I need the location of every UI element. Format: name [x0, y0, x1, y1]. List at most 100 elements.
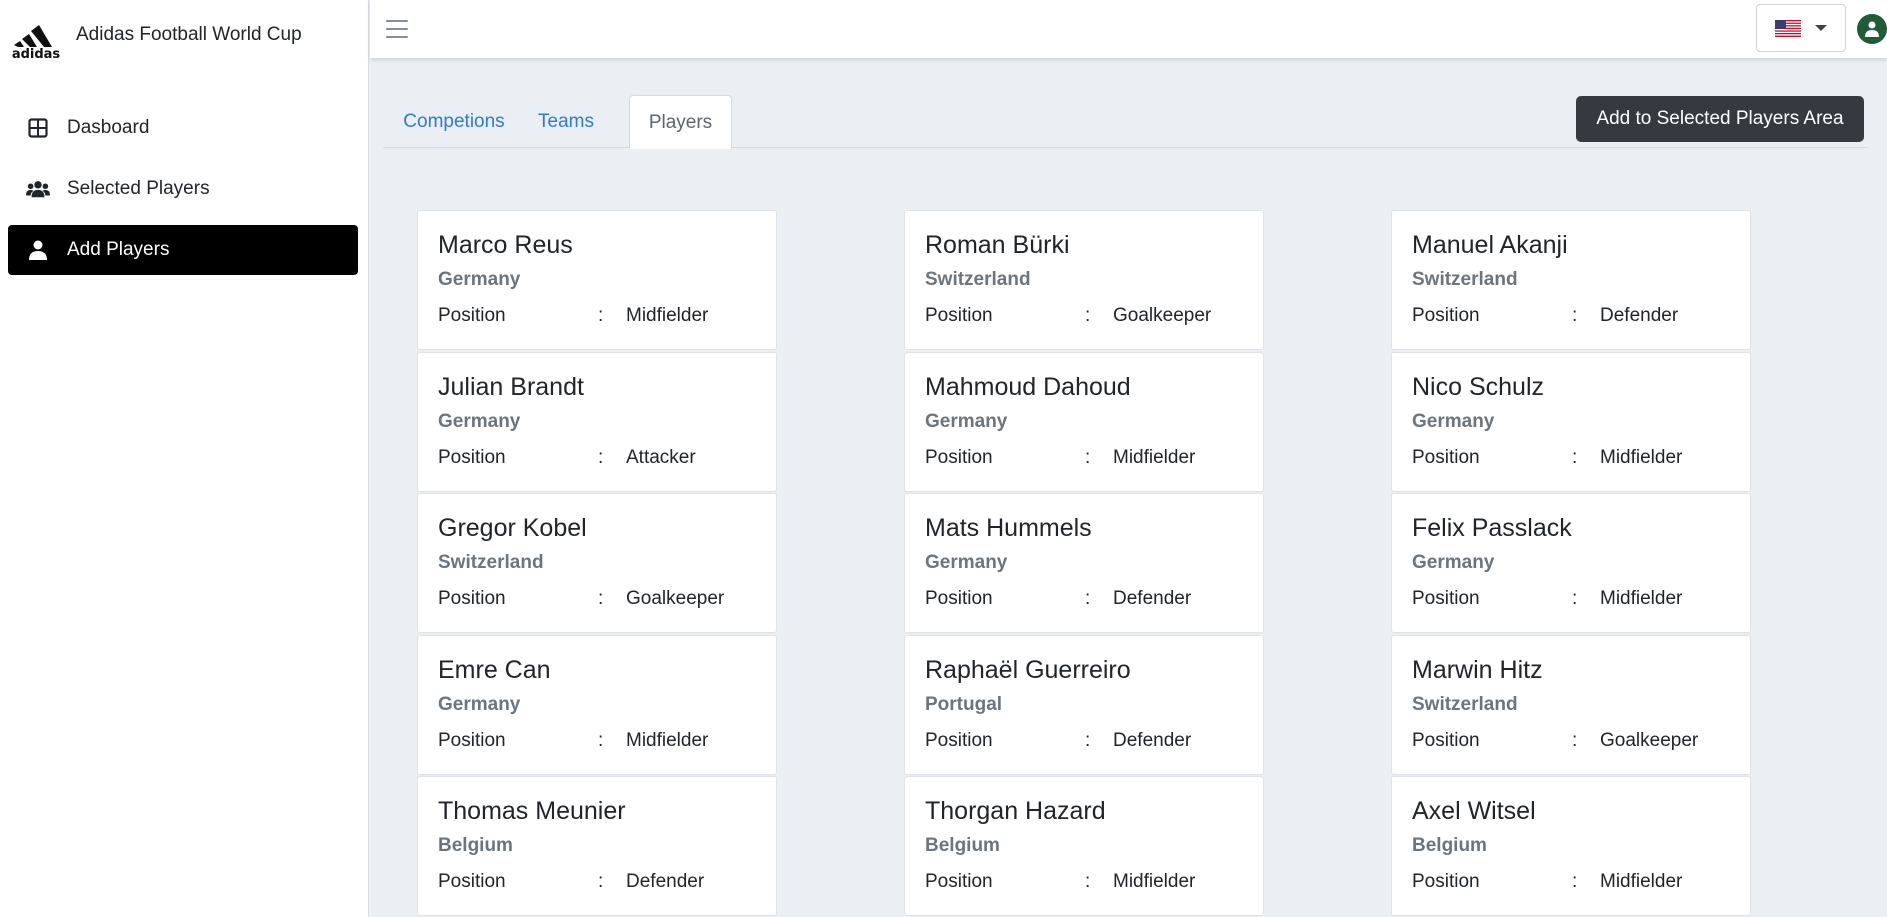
- us-flag-icon: [1775, 19, 1801, 37]
- sidebar-item-dashboard[interactable]: Dasboard: [8, 103, 358, 153]
- player-card[interactable]: Emre Can Germany Position : Midfielder: [417, 635, 777, 775]
- position-label: Position: [1412, 305, 1480, 326]
- sidebar-item-selected-players[interactable]: Selected Players: [8, 164, 358, 214]
- player-card[interactable]: Manuel Akanji Switzerland Position : Def…: [1391, 210, 1751, 350]
- player-card[interactable]: Raphaël Guerreiro Portugal Position : De…: [904, 635, 1264, 775]
- player-country: Portugal: [925, 694, 1003, 715]
- position-value: Midfielder: [1600, 871, 1683, 892]
- player-card[interactable]: Marwin Hitz Switzerland Position : Goalk…: [1391, 635, 1751, 775]
- position-label: Position: [438, 871, 506, 892]
- player-name: Thomas Meunier: [438, 797, 626, 825]
- adidas-logo: adidas: [12, 25, 61, 60]
- player-card[interactable]: Gregor Kobel Switzerland Position : Goal…: [417, 493, 777, 633]
- position-label: Position: [925, 871, 993, 892]
- position-value: Defender: [1600, 305, 1679, 326]
- player-country: Belgium: [925, 835, 1000, 856]
- menu-toggle-icon[interactable]: [386, 18, 408, 40]
- player-name: Raphaël Guerreiro: [925, 656, 1131, 684]
- tab-players[interactable]: Players: [629, 95, 732, 149]
- position-value: Midfielder: [1600, 447, 1683, 468]
- separator: :: [1572, 305, 1578, 326]
- position-value: Goalkeeper: [1600, 730, 1699, 751]
- position-value: Goalkeeper: [1113, 305, 1212, 326]
- player-country: Switzerland: [925, 269, 1031, 290]
- position-label: Position: [925, 730, 993, 751]
- player-card[interactable]: Mats Hummels Germany Position : Defender: [904, 493, 1264, 633]
- player-name: Mats Hummels: [925, 514, 1092, 542]
- player-card[interactable]: Roman Bürki Switzerland Position : Goalk…: [904, 210, 1264, 350]
- player-name: Julian Brandt: [438, 373, 584, 401]
- position-label: Position: [1412, 588, 1480, 609]
- player-card[interactable]: Julian Brandt Germany Position : Attacke…: [417, 352, 777, 492]
- separator: :: [1085, 305, 1091, 326]
- separator: :: [1085, 871, 1091, 892]
- sidebar-item-label: Dasboard: [67, 117, 150, 138]
- player-name: Axel Witsel: [1412, 797, 1536, 825]
- brand-title: Adidas Football World Cup: [76, 24, 302, 45]
- position-value: Attacker: [626, 447, 696, 468]
- separator: :: [1085, 730, 1091, 751]
- player-card[interactable]: Felix Passlack Germany Position : Midfie…: [1391, 493, 1751, 633]
- player-card[interactable]: Axel Witsel Belgium Position : Midfielde…: [1391, 776, 1751, 916]
- position-value: Goalkeeper: [626, 588, 725, 609]
- users-icon: [26, 177, 50, 201]
- player-country: Germany: [438, 269, 521, 290]
- player-country: Germany: [925, 552, 1008, 573]
- player-name: Nico Schulz: [1412, 373, 1544, 401]
- app-root: adidas Adidas Football World Cup Dasboar…: [0, 0, 1887, 917]
- separator: :: [598, 447, 604, 468]
- position-value: Defender: [1113, 730, 1192, 751]
- svg-text:adidas: adidas: [12, 47, 61, 60]
- user-avatar-icon[interactable]: [1857, 14, 1887, 44]
- player-name: Thorgan Hazard: [925, 797, 1106, 825]
- player-country: Switzerland: [1412, 694, 1518, 715]
- player-country: Germany: [1412, 552, 1495, 573]
- position-value: Midfielder: [1113, 447, 1196, 468]
- player-country: Germany: [438, 694, 521, 715]
- player-card[interactable]: Thorgan Hazard Belgium Position : Midfie…: [904, 776, 1264, 916]
- tab-competions[interactable]: Competions: [395, 95, 513, 148]
- player-card[interactable]: Thomas Meunier Belgium Position : Defend…: [417, 776, 777, 916]
- player-country: Germany: [925, 411, 1008, 432]
- tab-teams[interactable]: Teams: [533, 95, 599, 148]
- player-name: Roman Bürki: [925, 231, 1070, 259]
- add-to-selected-button[interactable]: Add to Selected Players Area: [1576, 96, 1864, 142]
- sidebar-item-label: Selected Players: [67, 178, 210, 199]
- player-country: Germany: [1412, 411, 1495, 432]
- player-card[interactable]: Nico Schulz Germany Position : Midfielde…: [1391, 352, 1751, 492]
- brand[interactable]: adidas Adidas Football World Cup: [8, 16, 302, 60]
- player-country: Belgium: [1412, 835, 1487, 856]
- player-name: Mahmoud Dahoud: [925, 373, 1131, 401]
- sidebar-item-label: Add Players: [67, 239, 170, 260]
- position-label: Position: [1412, 730, 1480, 751]
- language-dropdown[interactable]: [1756, 4, 1846, 52]
- player-country: Germany: [438, 411, 521, 432]
- player-name: Marco Reus: [438, 231, 573, 259]
- position-label: Position: [438, 730, 506, 751]
- table-icon: [26, 116, 50, 140]
- position-label: Position: [925, 305, 993, 326]
- player-card[interactable]: Marco Reus Germany Position : Midfielder: [417, 210, 777, 350]
- position-label: Position: [925, 447, 993, 468]
- chevron-down-icon: [1815, 25, 1827, 31]
- position-value: Midfielder: [626, 730, 709, 751]
- separator: :: [1572, 447, 1578, 468]
- position-value: Midfielder: [1113, 871, 1196, 892]
- player-country: Switzerland: [438, 552, 544, 573]
- separator: :: [1572, 730, 1578, 751]
- separator: :: [598, 588, 604, 609]
- position-value: Midfielder: [1600, 588, 1683, 609]
- player-country: Belgium: [438, 835, 513, 856]
- player-card[interactable]: Mahmoud Dahoud Germany Position : Midfie…: [904, 352, 1264, 492]
- position-label: Position: [438, 588, 506, 609]
- position-label: Position: [925, 588, 993, 609]
- position-label: Position: [1412, 871, 1480, 892]
- sidebar: adidas Adidas Football World Cup Dasboar…: [0, 0, 369, 917]
- player-name: Marwin Hitz: [1412, 656, 1543, 684]
- separator: :: [598, 305, 604, 326]
- separator: :: [1085, 447, 1091, 468]
- sidebar-item-add-players[interactable]: Add Players: [8, 225, 358, 275]
- position-value: Midfielder: [626, 305, 709, 326]
- player-name: Manuel Akanji: [1412, 231, 1568, 259]
- position-value: Defender: [1113, 588, 1192, 609]
